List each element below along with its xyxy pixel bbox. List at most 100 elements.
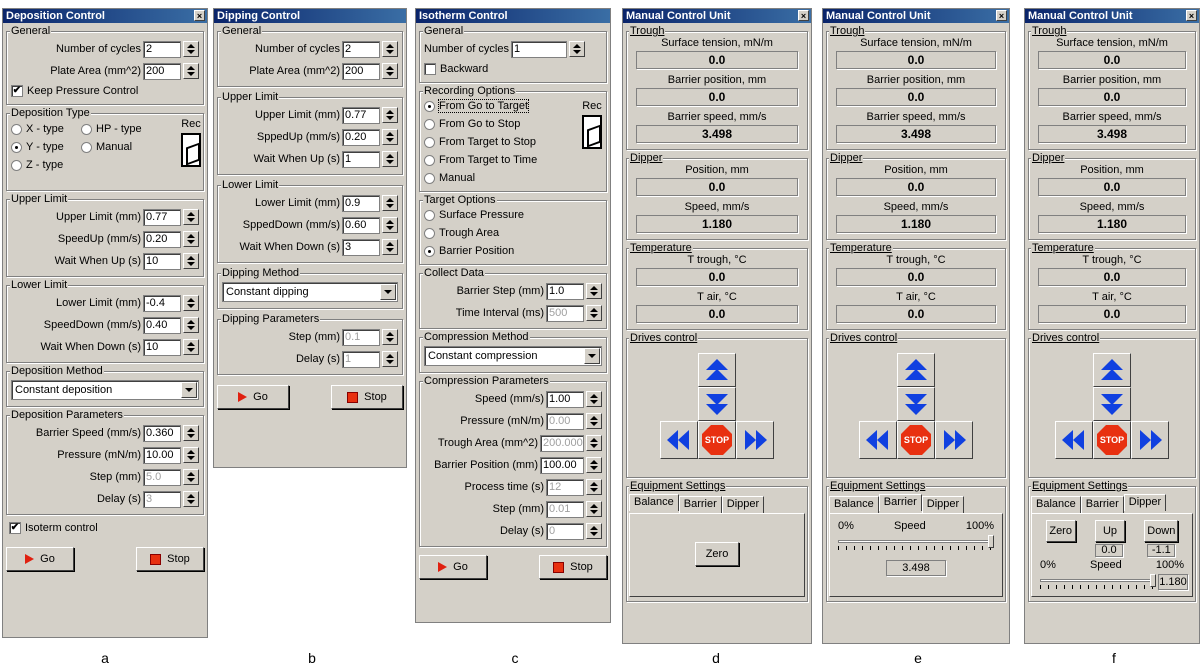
dipper-down-button[interactable]: Down [1144, 520, 1179, 542]
tab-barrier[interactable]: Barrier [678, 496, 722, 513]
time-interval-input[interactable]: 500 [546, 304, 584, 322]
upper-limit-input[interactable]: 0.77 [143, 208, 181, 226]
barrier-step-spinner[interactable] [586, 283, 602, 299]
radio-go-to-stop[interactable]: From Go to Stop [424, 115, 520, 133]
stop-drive-button[interactable]: STOP [897, 421, 935, 459]
tab-dipper[interactable]: Dipper [721, 496, 765, 513]
radio-dot[interactable] [424, 118, 435, 130]
go-button[interactable]: Go [217, 385, 289, 409]
speed-up-spinner[interactable] [183, 231, 199, 247]
move-left-button[interactable] [859, 421, 897, 459]
chevron-down-icon[interactable] [584, 348, 600, 364]
radio-go-to-target[interactable]: From Go to Target [424, 97, 530, 115]
close-icon[interactable]: × [1186, 10, 1197, 21]
dipper-zero-button[interactable]: Zero [1045, 520, 1076, 542]
close-icon[interactable]: × [996, 10, 1007, 21]
rec-switch[interactable]: Rec [181, 118, 201, 167]
upper-limit-spinner[interactable] [382, 107, 398, 123]
radio-trough-area[interactable]: Trough Area [424, 224, 499, 242]
process-time-input[interactable]: 12 [546, 478, 584, 496]
move-down-button[interactable] [897, 387, 935, 421]
radio-dot[interactable] [424, 209, 435, 221]
radio-dot[interactable] [424, 245, 435, 257]
barrier-position-spinner[interactable] [586, 457, 602, 473]
radio-dot[interactable] [81, 141, 92, 153]
cycles-input[interactable]: 1 [510, 40, 567, 58]
move-right-button[interactable] [935, 421, 973, 459]
tab-balance[interactable]: Balance [829, 496, 879, 513]
step-spinner[interactable] [586, 501, 602, 517]
lower-limit-spinner[interactable] [183, 295, 199, 311]
radio-hp-type[interactable]: HP - type [81, 120, 142, 138]
move-left-button[interactable] [1055, 421, 1093, 459]
move-down-button[interactable] [698, 387, 736, 421]
radio-z-type[interactable]: Z - type [11, 156, 63, 174]
delay-spinner[interactable] [183, 491, 199, 507]
radio-manual[interactable]: Manual [81, 138, 132, 156]
move-up-button[interactable] [698, 353, 736, 387]
radio-surface-pressure[interactable]: Surface Pressure [424, 206, 524, 224]
isoterm-control-checkbox[interactable]: ✔ Isoterm control [9, 519, 201, 537]
radio-dot[interactable] [81, 123, 92, 135]
speed-spinner[interactable] [586, 391, 602, 407]
dipper-speed-slider[interactable] [1040, 573, 1156, 591]
wait-up-spinner[interactable] [382, 151, 398, 167]
checkbox-box[interactable]: ✔ [9, 522, 21, 534]
tab-balance[interactable]: Balance [629, 494, 679, 511]
close-icon[interactable]: × [194, 10, 205, 21]
chevron-down-icon[interactable] [380, 284, 396, 300]
lower-limit-spinner[interactable] [382, 195, 398, 211]
wait-up-input[interactable]: 10 [143, 252, 181, 270]
move-up-button[interactable] [897, 353, 935, 387]
speed-down-input[interactable]: 0.40 [143, 316, 181, 334]
cycles-input[interactable]: 2 [143, 40, 181, 58]
delay-input[interactable]: 1 [342, 350, 380, 368]
plate-area-input[interactable]: 200 [342, 62, 380, 80]
pressure-spinner[interactable] [586, 413, 602, 429]
pressure-input[interactable]: 10.00 [143, 446, 181, 464]
plate-area-input[interactable]: 200 [143, 62, 181, 80]
cycles-spinner[interactable] [568, 41, 585, 57]
step-spinner[interactable] [183, 469, 199, 485]
pressure-input[interactable]: 0.00 [546, 412, 584, 430]
stop-button[interactable]: Stop [136, 547, 204, 571]
rec-switch-icon[interactable] [181, 133, 201, 167]
radio-dot[interactable] [424, 154, 435, 166]
lower-limit-input[interactable]: -0.4 [143, 294, 181, 312]
speed-up-spinner[interactable] [382, 129, 398, 145]
speed-up-input[interactable]: 0.20 [342, 128, 380, 146]
radio-dot[interactable] [424, 172, 435, 184]
checkbox-box[interactable]: ✔ [11, 85, 23, 97]
radio-manual[interactable]: Manual [424, 169, 475, 187]
rec-switch[interactable]: Rec [582, 100, 602, 149]
tab-dipper[interactable]: Dipper [921, 496, 965, 513]
compression-method-select[interactable]: Constant compression [424, 346, 602, 366]
delay-spinner[interactable] [586, 523, 602, 539]
stop-drive-button[interactable]: STOP [698, 421, 736, 459]
speed-down-spinner[interactable] [183, 317, 199, 333]
lower-limit-input[interactable]: 0.9 [342, 194, 380, 212]
speed-up-input[interactable]: 0.20 [143, 230, 181, 248]
radio-dot[interactable] [11, 159, 22, 171]
barrier-step-input[interactable]: 1.0 [546, 282, 584, 300]
delay-input[interactable]: 3 [143, 490, 181, 508]
process-time-spinner[interactable] [586, 479, 602, 495]
wait-down-spinner[interactable] [382, 239, 398, 255]
radio-y-type[interactable]: Y - type [11, 138, 81, 156]
radio-dot[interactable] [424, 136, 435, 148]
tab-barrier[interactable]: Barrier [1080, 496, 1124, 513]
chevron-down-icon[interactable] [181, 382, 197, 398]
backward-checkbox[interactable]: Backward [424, 60, 602, 78]
keep-pressure-checkbox[interactable]: ✔ Keep Pressure Control [11, 82, 199, 100]
plate-area-spinner[interactable] [183, 63, 199, 79]
tab-dipper[interactable]: Dipper [1123, 494, 1167, 511]
move-up-button[interactable] [1093, 353, 1131, 387]
barrier-speed-input[interactable]: 0.360 [143, 424, 181, 442]
wait-up-spinner[interactable] [183, 253, 199, 269]
step-spinner[interactable] [382, 329, 398, 345]
trough-area-spinner[interactable] [586, 435, 602, 451]
radio-x-type[interactable]: X - type [11, 120, 81, 138]
tab-barrier[interactable]: Barrier [878, 494, 922, 511]
radio-dot[interactable] [11, 141, 22, 153]
step-input[interactable]: 5.0 [143, 468, 181, 486]
